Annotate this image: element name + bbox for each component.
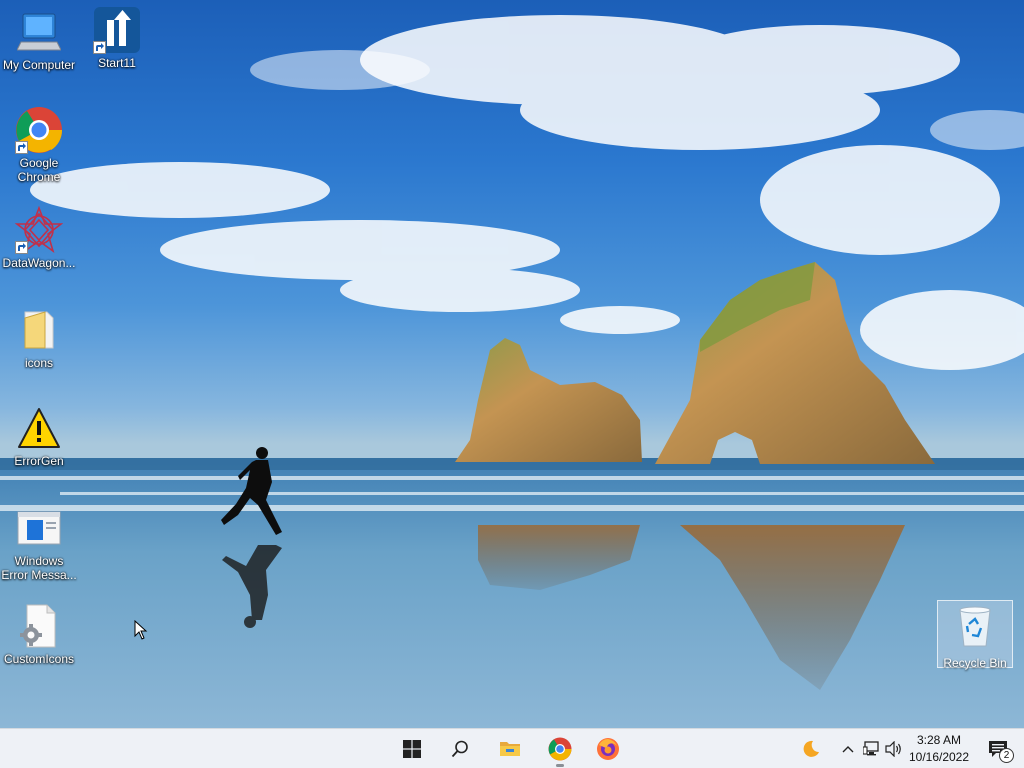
shortcut-arrow-icon bbox=[15, 141, 28, 154]
error-message-icon bbox=[15, 504, 63, 552]
search-icon bbox=[451, 740, 468, 758]
folder-icon bbox=[15, 306, 63, 354]
volume-icon[interactable] bbox=[884, 739, 904, 759]
datawagon-icon bbox=[15, 206, 63, 254]
search-button[interactable] bbox=[440, 729, 480, 768]
desktop-icon-datawagon[interactable]: DataWagon... bbox=[0, 206, 78, 270]
desktop-icon-label: Google Chrome bbox=[17, 156, 61, 184]
desktop-icon-label: Recycle Bin bbox=[943, 656, 1007, 670]
firefox-icon bbox=[597, 738, 619, 760]
warning-icon bbox=[15, 404, 63, 452]
taskbar-clock[interactable]: 3:28 AM 10/16/2022 bbox=[906, 732, 972, 766]
desktop-icon-label: icons bbox=[24, 356, 53, 370]
clock-date: 10/16/2022 bbox=[908, 750, 970, 764]
desktop-icon-label: ErrorGen bbox=[14, 454, 64, 468]
shortcut-arrow-icon bbox=[15, 241, 28, 254]
desktop-icon-label: My Computer bbox=[2, 58, 76, 72]
desktop-icon-label: DataWagon... bbox=[2, 256, 76, 270]
wallpaper-scene bbox=[0, 15, 1024, 728]
notification-center-button[interactable]: 2 bbox=[978, 729, 1018, 768]
night-light-icon[interactable] bbox=[800, 739, 820, 759]
desktop-icon-errorgen[interactable]: ErrorGen bbox=[0, 404, 78, 468]
folder-icon bbox=[500, 742, 520, 756]
chrome-icon bbox=[548, 737, 572, 761]
chrome-taskbar-button[interactable] bbox=[540, 729, 580, 768]
desktop-icon-label: CustomIcons bbox=[3, 652, 75, 666]
desktop-icon-my-computer[interactable]: My Computer bbox=[0, 8, 78, 72]
chrome-icon bbox=[15, 106, 63, 154]
desktop-icon-start11[interactable]: Start11 bbox=[78, 6, 156, 70]
desktop-icon-recycle-bin[interactable]: Recycle Bin bbox=[937, 600, 1013, 670]
desktop-wallpaper bbox=[0, 0, 1024, 728]
desktop-icon-label: Start11 bbox=[98, 56, 136, 70]
custom-icons-file-icon bbox=[15, 602, 63, 650]
mouse-cursor-icon bbox=[134, 620, 148, 640]
recycle-bin-icon bbox=[954, 604, 996, 652]
windows-logo-icon bbox=[403, 740, 421, 758]
running-indicator bbox=[556, 764, 564, 767]
desktop-icon-icons-folder[interactable]: icons bbox=[0, 306, 78, 370]
desktop-icon-windows-error-message[interactable]: Windows Error Messa... bbox=[0, 504, 78, 582]
start-button[interactable] bbox=[392, 729, 432, 768]
desktop-icon-label: Windows Error Messa... bbox=[1, 554, 77, 582]
shortcut-arrow-icon bbox=[93, 41, 106, 54]
start11-icon bbox=[93, 6, 141, 54]
notification-count-badge: 2 bbox=[999, 748, 1014, 763]
network-icon[interactable] bbox=[862, 739, 882, 759]
chevron-up-icon[interactable] bbox=[838, 739, 858, 759]
clock-time: 3:28 AM bbox=[916, 733, 962, 747]
computer-icon bbox=[15, 8, 63, 56]
desktop-icon-customicons[interactable]: CustomIcons bbox=[0, 602, 78, 666]
desktop-icon-google-chrome[interactable]: Google Chrome bbox=[0, 106, 78, 184]
taskbar: 3:28 AM 10/16/2022 2 bbox=[0, 728, 1024, 768]
firefox-taskbar-button[interactable] bbox=[588, 729, 628, 768]
file-explorer-button[interactable] bbox=[490, 729, 530, 768]
